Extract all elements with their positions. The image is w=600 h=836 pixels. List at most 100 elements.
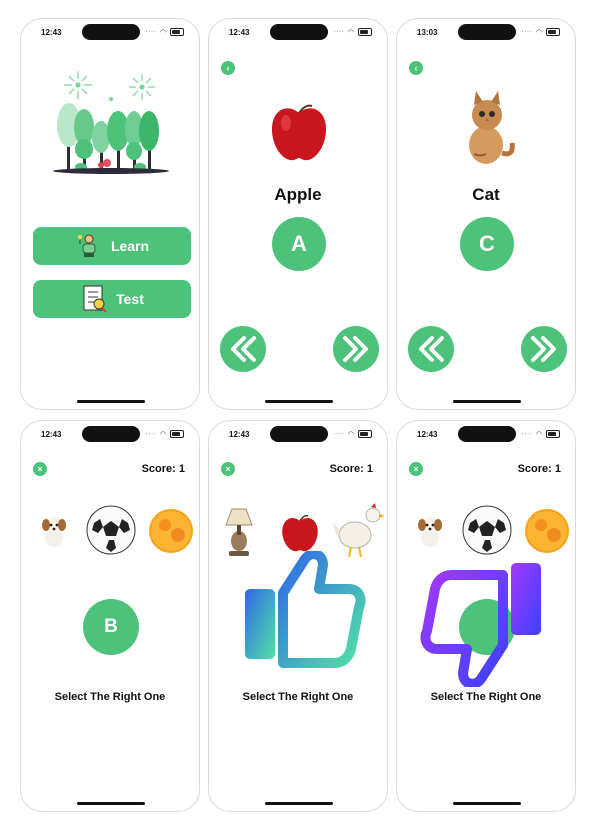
close-button[interactable]: × (221, 462, 235, 476)
learn-screen-cat: 13:03 ···· ◠ ‹ Cat C (396, 18, 576, 410)
home-indicator (453, 400, 521, 403)
wifi-icon: ◠ (347, 29, 354, 36)
notch (270, 24, 328, 40)
prompt-label: Select The Right One (54, 691, 166, 703)
double-chevron-left-icon (419, 336, 444, 362)
status-icons: ···· ◠ (145, 28, 184, 36)
letter-circle[interactable]: B (83, 599, 139, 655)
apple-image (271, 104, 327, 161)
prompt-label: Select The Right One (430, 691, 542, 703)
signal-icon: ···· (145, 429, 156, 438)
battery-icon (546, 28, 560, 36)
battery-icon (546, 430, 560, 438)
fireworks (64, 71, 155, 102)
signal-icon: ···· (521, 27, 532, 36)
status-bar: 13:03 ···· ◠ (397, 19, 575, 47)
notch (82, 426, 140, 442)
learn-label: Learn (110, 238, 150, 254)
close-button[interactable]: × (33, 462, 47, 476)
status-time: 12:43 (41, 430, 62, 439)
test-button[interactable]: Test (33, 280, 191, 318)
score-label: Score: 1 (141, 463, 185, 475)
double-chevron-right-icon (343, 336, 368, 362)
home-indicator (77, 400, 145, 403)
soccer-ball-option[interactable] (462, 505, 512, 555)
status-bar: 12:43 ···· ◠ (21, 19, 199, 47)
wifi-icon: ◠ (535, 29, 542, 36)
close-icon: × (413, 464, 419, 474)
letter-circle[interactable]: C (460, 217, 514, 271)
status-time: 12:43 (41, 28, 62, 37)
status-bar: 12:43 ···· ◠ (209, 421, 387, 449)
notch (82, 24, 140, 40)
test-label: Test (116, 291, 144, 307)
next-button[interactable] (521, 326, 567, 372)
battery-icon (170, 430, 184, 438)
signal-icon: ···· (521, 429, 532, 438)
dog-option[interactable] (39, 513, 69, 549)
status-time: 13:03 (417, 28, 438, 37)
prompt-label: Select The Right One (242, 691, 354, 703)
chevron-left-icon: ‹ (226, 63, 230, 73)
status-time: 12:43 (417, 430, 438, 439)
soccer-ball-option[interactable] (86, 505, 136, 555)
word-label: Cat (472, 185, 500, 204)
status-icons: ···· ◠ (333, 430, 372, 438)
status-icons: ···· ◠ (145, 430, 184, 438)
signal-icon: ···· (145, 27, 156, 36)
signal-icon: ···· (333, 27, 344, 36)
signal-icon: ···· (333, 429, 344, 438)
battery-icon (170, 28, 184, 36)
forest-illustration (53, 71, 169, 174)
status-time: 12:43 (229, 28, 250, 37)
thumbs-up-icon (245, 551, 366, 668)
close-icon: × (225, 464, 231, 474)
sun-option[interactable] (147, 507, 195, 555)
dog-option[interactable] (415, 513, 445, 549)
letter-circle[interactable]: A (272, 217, 326, 271)
teacher-icon (77, 234, 96, 257)
sun-option[interactable] (523, 507, 571, 555)
next-button[interactable] (333, 326, 379, 372)
learn-screen-apple: 12:43 ···· ◠ ‹ Apple A (208, 18, 388, 410)
status-bar: 12:43 ···· ◠ (397, 421, 575, 449)
notch (458, 24, 516, 40)
status-time: 12:43 (229, 430, 250, 439)
status-bar: 12:43 ···· ◠ (209, 19, 387, 47)
status-icons: ···· ◠ (333, 28, 372, 36)
trees (53, 103, 169, 174)
wifi-icon: ◠ (159, 29, 166, 36)
double-chevron-left-icon (231, 336, 256, 362)
test-screen-correct: 12:43 ···· ◠ × Score: 1 Select The Right… (208, 420, 388, 812)
score-label: Score: 1 (517, 463, 561, 475)
back-button[interactable]: ‹ (409, 61, 423, 75)
home-indicator (265, 400, 333, 403)
wifi-icon: ◠ (159, 431, 166, 438)
test-screen-question: 12:43 ···· ◠ × Score: 1 B Select The Rig… (20, 420, 200, 812)
test-sheet-icon (83, 285, 107, 313)
battery-icon (358, 28, 372, 36)
previous-button[interactable] (408, 326, 454, 372)
notch (458, 426, 516, 442)
battery-icon (358, 430, 372, 438)
close-icon: × (37, 464, 43, 474)
chevron-left-icon: ‹ (414, 63, 418, 73)
cat-image (469, 91, 515, 164)
home-indicator (77, 802, 145, 805)
apple-option[interactable] (278, 511, 322, 555)
double-chevron-right-icon (531, 336, 556, 362)
test-screen-wrong: 12:43 ···· ◠ × Score: 1 Select The Right… (396, 420, 576, 812)
status-bar: 12:43 ···· ◠ (21, 421, 199, 449)
wifi-icon: ◠ (347, 431, 354, 438)
home-indicator (265, 802, 333, 805)
status-icons: ···· ◠ (521, 430, 560, 438)
close-button[interactable]: × (409, 462, 423, 476)
home-indicator (453, 802, 521, 805)
wifi-icon: ◠ (535, 431, 542, 438)
thumbs-down-icon (420, 563, 541, 687)
score-label: Score: 1 (329, 463, 373, 475)
back-button[interactable]: ‹ (221, 61, 235, 75)
previous-button[interactable] (220, 326, 266, 372)
status-icons: ···· ◠ (521, 28, 560, 36)
learn-button[interactable]: Learn (33, 227, 191, 265)
